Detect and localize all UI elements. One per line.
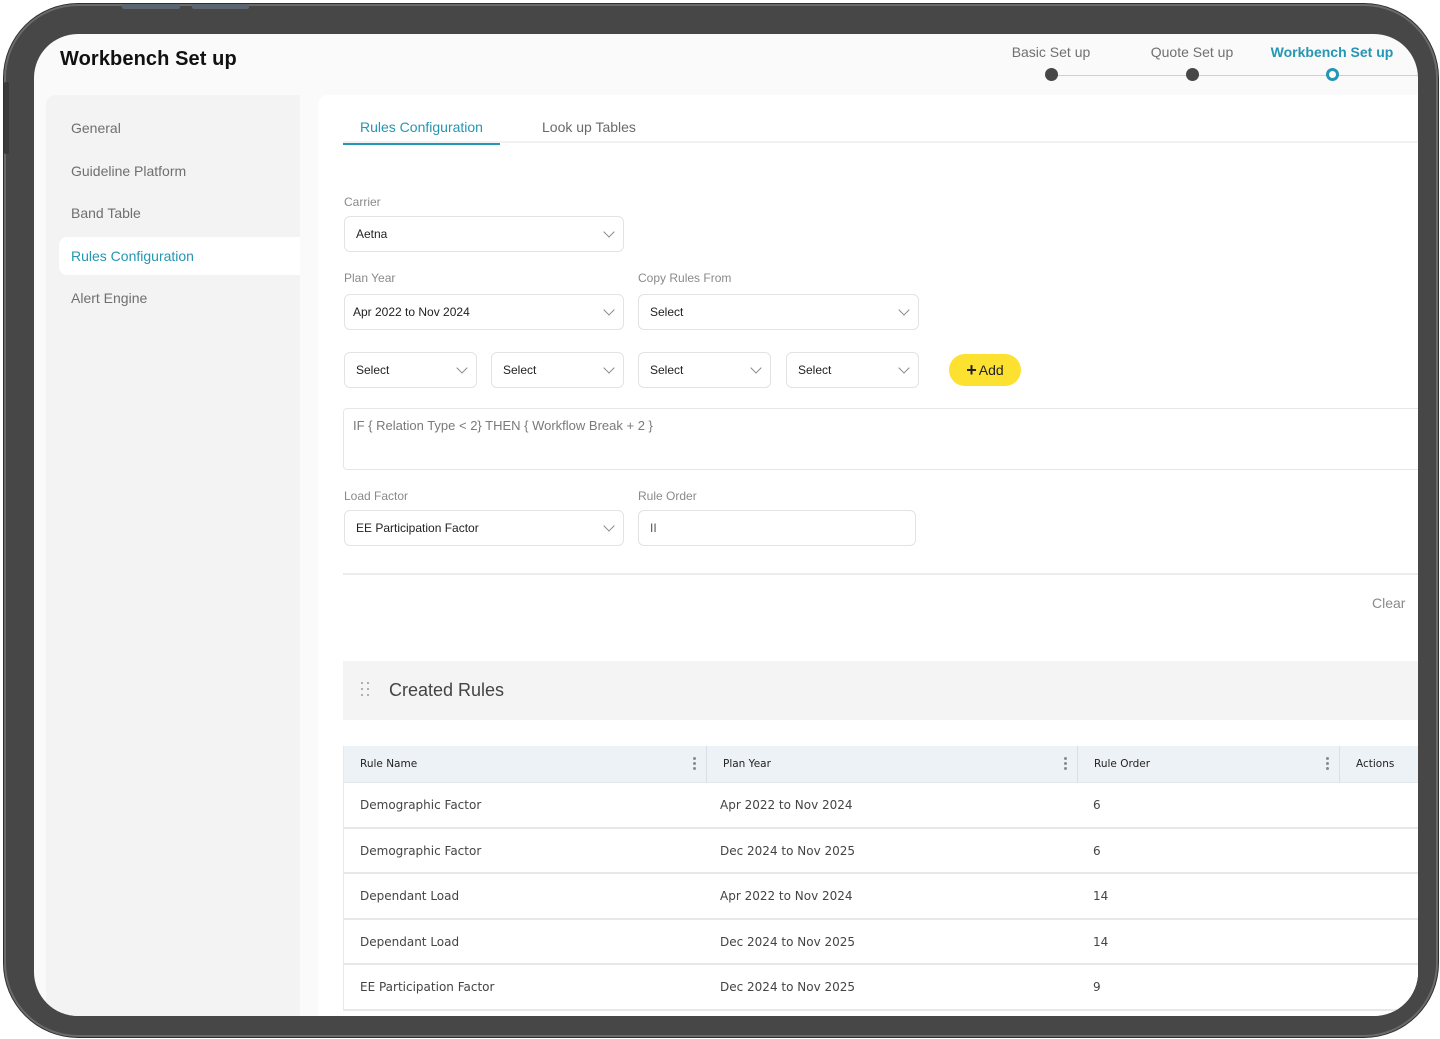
- condition-select-value: Select: [356, 363, 390, 377]
- table-row[interactable]: EE Participation Factor Dec 2024 to Nov 2…: [344, 965, 1418, 1011]
- carrier-value: Aetna: [356, 227, 388, 241]
- hardware-button: [4, 82, 9, 154]
- rule-order-cell: 6: [1093, 798, 1101, 812]
- column-menu-icon[interactable]: [693, 757, 696, 771]
- rule-order-cell: 14: [1093, 889, 1109, 904]
- column-header-label: Rule Name: [360, 758, 418, 770]
- table-row[interactable]: Demographic Factor Apr 2022 to Nov 2024 6: [344, 783, 1418, 829]
- add-button-label: Add: [978, 362, 1004, 378]
- rule-order-label: Rule Order: [638, 489, 697, 503]
- chevron-down-icon: [898, 362, 910, 374]
- rule-name-cell: Dependant Load: [360, 889, 460, 904]
- step-label: Basic Set up: [1011, 44, 1091, 60]
- step-complete-icon: [1044, 68, 1058, 81]
- table-body: Demographic Factor Apr 2022 to Nov 2024 6 D…: [344, 783, 1418, 1011]
- table-row[interactable]: Dependant Load Dec 2024 to Nov 2025 14: [344, 919, 1418, 966]
- drag-handle-icon[interactable]: [361, 682, 371, 698]
- rule-expression-textarea[interactable]: IF { Relation Type < 2} THEN { Workflow …: [343, 408, 1418, 470]
- rule-order-input[interactable]: II: [638, 510, 916, 546]
- step-label: Workbench Set up: [1270, 44, 1394, 60]
- copy-rules-from-label: Copy Rules From: [638, 271, 732, 285]
- chevron-down-icon: [750, 362, 762, 374]
- main-panel: Rules Configuration Look up Tables Carri…: [318, 95, 1418, 1016]
- condition-select-4[interactable]: Select: [786, 352, 919, 388]
- plan-year-cell: Apr 2022 to Nov 2024: [720, 798, 853, 812]
- chevron-down-icon: [603, 520, 615, 532]
- carrier-select[interactable]: Aetna: [344, 216, 624, 252]
- step-complete-icon: [1185, 68, 1199, 81]
- chevron-down-icon: [456, 362, 468, 374]
- plus-icon: +: [966, 360, 977, 380]
- plan-year-value: Apr 2022 to Nov 2024: [353, 305, 470, 319]
- column-header-label: Plan Year: [723, 758, 771, 770]
- hardware-button: [122, 4, 180, 9]
- table-row[interactable]: Dependant Load Apr 2022 to Nov 2024 14: [344, 874, 1418, 920]
- plan-year-label: Plan Year: [344, 271, 396, 285]
- chevron-down-icon: [898, 304, 910, 316]
- screen: Workbench Set up Basic Set up Quote Set …: [34, 34, 1418, 1016]
- condition-select-value: Select: [798, 363, 832, 377]
- created-rules-title: Created Rules: [389, 680, 505, 700]
- tab-bar: Rules Configuration Look up Tables: [343, 113, 1418, 145]
- step-quote-setup[interactable]: Quote Set up: [1122, 44, 1262, 81]
- column-header-rule-name[interactable]: Rule Name: [344, 746, 707, 783]
- column-menu-icon[interactable]: [1064, 757, 1067, 771]
- page-title: Workbench Set up: [60, 48, 237, 70]
- rule-name-cell: Dependant Load: [360, 934, 460, 949]
- step-active-icon: [1325, 68, 1339, 81]
- column-header-actions: Actions: [1340, 746, 1418, 783]
- hardware-button: [192, 4, 249, 9]
- step-workbench-setup[interactable]: Workbench Set up: [1262, 44, 1402, 81]
- step-label: Quote Set up: [1150, 44, 1234, 60]
- plan-year-select[interactable]: Apr 2022 to Nov 2024: [344, 294, 624, 330]
- sidebar: General Guideline Platform Band Table Ru…: [46, 95, 300, 1016]
- condition-select-2[interactable]: Select: [491, 352, 624, 388]
- rule-order-cell: 6: [1093, 843, 1101, 858]
- plan-year-cell: Dec 2024 to Nov 2025: [720, 934, 856, 949]
- condition-select-3[interactable]: Select: [638, 352, 771, 388]
- created-rules-table: Rule Name Plan Year Rule Order Actions D…: [343, 746, 1418, 1011]
- rule-name-cell: Demographic Factor: [360, 843, 482, 858]
- tab-rules-configuration[interactable]: Rules Configuration: [343, 119, 500, 145]
- condition-select-value: Select: [650, 363, 684, 377]
- created-rules-header: Created Rules: [343, 661, 1418, 720]
- tablet-frame: Workbench Set up Basic Set up Quote Set …: [4, 4, 1438, 1037]
- column-header-plan-year[interactable]: Plan Year: [707, 746, 1078, 783]
- plan-year-cell: Dec 2024 to Nov 2025: [720, 843, 856, 858]
- column-header-rule-order[interactable]: Rule Order: [1078, 746, 1340, 783]
- chevron-down-icon: [603, 304, 615, 316]
- carrier-label: Carrier: [344, 195, 381, 209]
- sidebar-item-general[interactable]: General: [59, 109, 300, 147]
- load-factor-value: EE Participation Factor: [356, 521, 479, 535]
- column-header-label: Actions: [1356, 758, 1395, 770]
- sidebar-item-band-table[interactable]: Band Table: [59, 194, 300, 232]
- rule-order-cell: 14: [1093, 934, 1109, 949]
- column-header-label: Rule Order: [1094, 758, 1151, 770]
- condition-select-1[interactable]: Select: [344, 352, 477, 388]
- rule-order-cell: 9: [1093, 980, 1101, 995]
- step-basic-setup[interactable]: Basic Set up: [981, 44, 1121, 81]
- load-factor-select[interactable]: EE Participation Factor: [344, 510, 624, 546]
- copy-rules-from-value: Select: [650, 305, 684, 319]
- chevron-down-icon: [603, 226, 615, 238]
- progress-stepper: Basic Set up Quote Set up Workbench Set …: [984, 44, 1418, 84]
- plan-year-cell: Apr 2022 to Nov 2024: [720, 889, 853, 904]
- rule-name-cell: EE Participation Factor: [360, 980, 495, 995]
- chevron-down-icon: [603, 362, 615, 374]
- load-factor-label: Load Factor: [344, 489, 409, 503]
- divider: [343, 573, 1418, 575]
- column-menu-icon[interactable]: [1326, 757, 1329, 771]
- tab-look-up-tables[interactable]: Look up Tables: [525, 119, 653, 143]
- condition-select-value: Select: [503, 363, 537, 377]
- plan-year-cell: Dec 2024 to Nov 2025: [720, 980, 856, 995]
- sidebar-item-rules-configuration[interactable]: Rules Configuration: [59, 236, 300, 275]
- copy-rules-from-select[interactable]: Select: [638, 294, 919, 330]
- sidebar-item-alert-engine[interactable]: Alert Engine: [59, 279, 300, 317]
- clear-button[interactable]: Clear: [1372, 595, 1405, 611]
- table-header: Rule Name Plan Year Rule Order Actions: [344, 746, 1418, 783]
- add-button[interactable]: + Add: [949, 354, 1021, 386]
- rule-name-cell: Demographic Factor: [360, 798, 482, 812]
- table-row[interactable]: Demographic Factor Dec 2024 to Nov 2025 6: [344, 828, 1418, 875]
- sidebar-item-guideline-platform[interactable]: Guideline Platform: [59, 152, 300, 190]
